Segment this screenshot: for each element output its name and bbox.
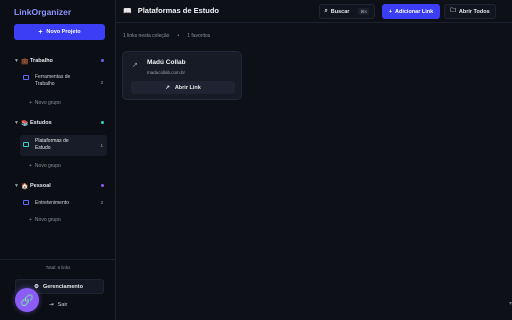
new-group-label: Novo grupo xyxy=(34,163,61,169)
plus-icon: + xyxy=(38,28,43,36)
chevron-down-icon[interactable]: ▼ xyxy=(14,58,21,64)
collection-name: Entretenimento xyxy=(35,200,69,206)
folder-open-icon: 🗀 xyxy=(450,8,456,14)
group-name: Trabalho xyxy=(30,58,53,64)
open-link-label: Abrir Link xyxy=(174,84,201,91)
page-title: 📖 Plataformas de Estudo xyxy=(123,6,219,15)
collection-count: 1 xyxy=(100,143,103,148)
new-project-label: Novo Projeto xyxy=(46,29,81,35)
plus-icon: + xyxy=(388,8,392,15)
collection-name: Plataformas de Estudo xyxy=(35,138,69,151)
logout-icon: ⇥ xyxy=(49,302,54,308)
new-group-button[interactable]: + Novo grupo xyxy=(29,163,61,169)
group-color-dot xyxy=(101,184,104,187)
new-group-button[interactable]: + Novo grupo xyxy=(29,100,61,106)
external-link-icon[interactable]: ↗ xyxy=(132,61,138,69)
sidebar: LinkOrganizer + Novo Projeto ▼ 💼 Trabalh… xyxy=(0,0,116,320)
collection-entretenimento[interactable]: Entretenimento 3 xyxy=(23,200,107,209)
logout-button[interactable]: ⇥ Sair xyxy=(49,302,67,308)
chevron-down-icon[interactable]: ▼ xyxy=(14,183,21,189)
group-color-dot xyxy=(101,59,104,62)
link-icon: 🔗 xyxy=(20,294,34,307)
collection-plataformas-de-estudo[interactable]: Plataformas de Estudo 1 xyxy=(20,135,107,156)
folder-icon xyxy=(23,142,29,147)
new-group-label: Novo grupo xyxy=(34,100,61,106)
add-link-label: Adicionar Link xyxy=(395,8,434,15)
link-card[interactable]: ↗ Madú Collab maducollab.com.br ↗ Abrir … xyxy=(122,51,242,100)
new-project-button[interactable]: + Novo Projeto xyxy=(14,24,105,40)
link-url: maducollab.com.br xyxy=(147,70,186,75)
add-link-button[interactable]: + Adicionar Link xyxy=(382,4,440,19)
total-links: Total: 6 links xyxy=(45,265,71,270)
management-label: Gerenciamento xyxy=(42,283,83,290)
open-all-label: Abrir Todos xyxy=(458,8,490,15)
open-all-button[interactable]: 🗀 Abrir Todos xyxy=(444,4,496,19)
group-name: Pessoal xyxy=(30,183,51,189)
group-estudos[interactable]: ▼ 📚 Estudos xyxy=(14,118,106,128)
topbar: 📖 Plataformas de Estudo ⌕ Buscar ⌘K + Ad… xyxy=(116,0,512,23)
open-link-button[interactable]: ↗ Abrir Link xyxy=(131,81,235,94)
briefcase-icon: 💼 xyxy=(21,58,29,65)
search-shortcut: ⌘K xyxy=(358,8,370,15)
folder-icon xyxy=(23,200,29,205)
plus-icon: + xyxy=(29,217,32,223)
sidebar-divider xyxy=(0,259,116,260)
folder-icon xyxy=(23,75,29,80)
group-color-dot xyxy=(101,121,104,124)
favorites-count: 1 favoritos xyxy=(187,33,211,39)
links-count: 1 links nesta coleção xyxy=(123,33,170,39)
chevron-down-icon[interactable]: ▼ xyxy=(14,120,21,126)
app-logo[interactable]: LinkOrganizer xyxy=(14,7,71,17)
book-icon: 📖 xyxy=(123,7,132,15)
group-name: Estudos xyxy=(30,120,52,126)
group-pessoal[interactable]: ▼ 🏠 Pessoal xyxy=(14,181,106,191)
collection-ferramentas-de-trabalho[interactable]: Ferramentas de Trabalho 3 xyxy=(23,74,107,92)
stats-separator: • xyxy=(177,33,180,39)
search-icon: ⌕ xyxy=(324,8,328,14)
collection-stats: 1 links nesta coleção • 1 favoritos xyxy=(123,33,210,39)
search-button[interactable]: ⌕ Buscar ⌘K xyxy=(319,4,375,19)
house-icon: 🏠 xyxy=(21,183,29,190)
page-title-text: Plataformas de Estudo xyxy=(137,6,219,15)
new-group-label: Novo grupo xyxy=(34,217,61,223)
books-icon: 📚 xyxy=(21,120,29,127)
plus-icon: + xyxy=(29,100,32,106)
gear-icon: ⚙ xyxy=(34,283,39,290)
collection-count: 3 xyxy=(100,80,103,85)
collection-count: 3 xyxy=(100,200,103,205)
group-trabalho[interactable]: ▼ 💼 Trabalho xyxy=(14,56,106,66)
search-label: Buscar xyxy=(330,8,350,15)
collection-name: Ferramentas de Trabalho xyxy=(35,74,71,87)
logout-label: Sair xyxy=(57,302,68,308)
link-name: Madú Collab xyxy=(147,59,186,66)
plus-icon: + xyxy=(29,163,32,169)
external-link-icon: ↗ xyxy=(165,84,170,91)
link-fab-button[interactable]: 🔗 xyxy=(15,288,39,312)
new-group-button[interactable]: + Novo grupo xyxy=(29,217,61,223)
